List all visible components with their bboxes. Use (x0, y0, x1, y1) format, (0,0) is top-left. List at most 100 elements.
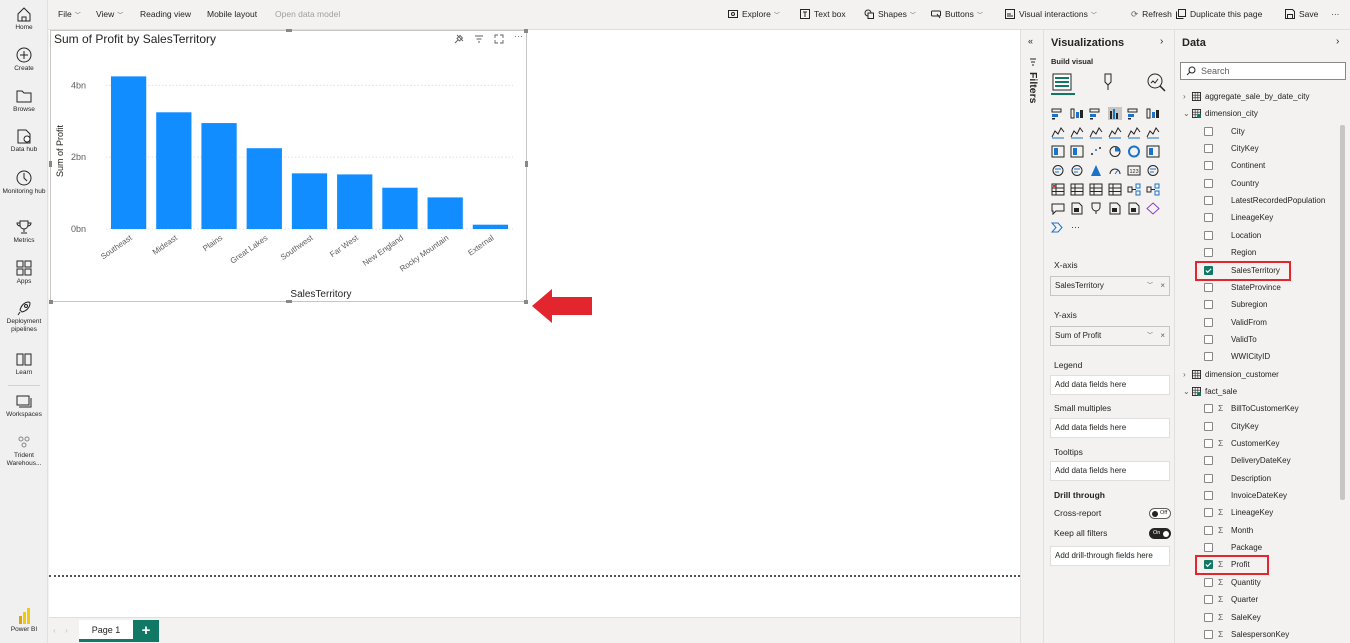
expand-right-icon[interactable]: › (1336, 36, 1339, 47)
field-checkbox[interactable] (1204, 352, 1213, 362)
funnel-icon[interactable] (1070, 145, 1084, 158)
line-column-icon[interactable] (1108, 126, 1122, 139)
table-fact-sale[interactable]: ⌄ fact_sale (1175, 383, 1345, 400)
visual-interactions-button[interactable]: Visual interactions ﹀ (1005, 9, 1097, 19)
nav-metrics[interactable]: Metrics (0, 219, 48, 245)
data-pane-scrollbar[interactable] (1340, 125, 1345, 500)
resize-handle-right[interactable] (525, 161, 528, 167)
x-axis-field[interactable]: SalesTerritory ﹀ × (1050, 276, 1170, 296)
field-checkbox[interactable] (1204, 126, 1213, 136)
nav-learn[interactable]: Learn (0, 351, 48, 377)
key-influencers-icon[interactable] (1146, 183, 1160, 196)
clustered-bar-icon[interactable] (1089, 107, 1103, 120)
bar-rocky-mountain[interactable] (427, 197, 463, 229)
field-checkbox[interactable] (1204, 334, 1213, 344)
field-checkbox[interactable] (1204, 629, 1213, 639)
field-citykey[interactable]: CityKey (1175, 140, 1345, 157)
100-column-icon[interactable] (1146, 107, 1160, 120)
line-clustered-column-icon[interactable] (1127, 126, 1141, 139)
field-lineagekey[interactable]: LineageKey (1175, 209, 1345, 226)
field-city[interactable]: City (1175, 123, 1345, 140)
field-country[interactable]: Country (1175, 175, 1345, 192)
nav-trident-warehous[interactable]: Trident Warehous... (0, 434, 48, 468)
field-package[interactable]: Package (1175, 539, 1345, 556)
gauge-icon[interactable] (1108, 164, 1122, 177)
bar-great-lakes[interactable] (246, 148, 282, 229)
chevron-down-icon[interactable]: ⌄ (1183, 383, 1190, 400)
chevron-right-icon[interactable]: › (1183, 88, 1186, 105)
field-checkbox[interactable] (1204, 248, 1213, 258)
field-month[interactable]: Σ Month (1175, 522, 1345, 539)
field-citykey[interactable]: CityKey (1175, 418, 1345, 435)
view-menu[interactable]: View ﹀ (96, 9, 123, 19)
100-bar-icon[interactable] (1127, 107, 1141, 120)
chevron-right-icon[interactable]: › (1183, 366, 1186, 383)
bar-external[interactable] (472, 224, 509, 229)
python-visual-icon[interactable] (1127, 202, 1141, 215)
format-visual-tab[interactable] (1097, 71, 1121, 95)
chevron-down-icon[interactable]: ⌄ (1183, 105, 1190, 122)
filled-map-icon[interactable] (1070, 164, 1084, 177)
nav-create[interactable]: Create (0, 47, 48, 73)
treemap-icon[interactable] (1146, 145, 1160, 158)
bar-southwest[interactable] (291, 173, 328, 229)
metrics-icon[interactable] (1089, 202, 1103, 215)
next-page-icon[interactable]: › (65, 626, 68, 635)
bar-mideast[interactable] (156, 112, 192, 229)
stacked-area-icon[interactable] (1089, 126, 1103, 139)
field-salekey[interactable]: Σ SaleKey (1175, 609, 1345, 626)
y-axis-field[interactable]: Sum of Profit ﹀ × (1050, 326, 1170, 346)
build-visual-tab[interactable] (1051, 71, 1075, 95)
bar-far-west[interactable] (337, 174, 373, 229)
powerapps-icon[interactable] (1146, 202, 1160, 215)
table-dimension-city[interactable]: ⌄ dimension_city (1175, 105, 1345, 122)
field-invoicedatekey[interactable]: InvoiceDateKey (1175, 487, 1345, 504)
duplicate-page-button[interactable]: Duplicate this page (1176, 9, 1262, 19)
refresh-button[interactable]: ⟳ Refresh (1131, 9, 1172, 20)
field-checkbox[interactable] (1204, 230, 1213, 240)
field-region[interactable]: Region (1175, 244, 1345, 261)
card-icon[interactable]: 123 (1127, 164, 1141, 177)
bar-southeast[interactable] (110, 76, 147, 229)
scatter-icon[interactable] (1089, 145, 1103, 158)
open-data-model-button[interactable]: Open data model (275, 9, 340, 19)
map-icon[interactable] (1051, 164, 1065, 177)
bar-new-england[interactable] (382, 187, 418, 229)
field-checkbox[interactable] (1204, 317, 1213, 327)
stacked-bar-icon[interactable] (1051, 107, 1065, 120)
field-deliverydatekey[interactable]: DeliveryDateKey (1175, 452, 1345, 469)
filters-pane-collapsed[interactable]: « Filters (1020, 30, 1044, 643)
field-latestrecordedpopulation[interactable]: LatestRecordedPopulation (1175, 192, 1345, 209)
nav-power-bi[interactable]: Power BI (0, 608, 48, 634)
area-icon[interactable] (1070, 126, 1084, 139)
chevron-down-icon[interactable]: ﹀ (1147, 277, 1153, 295)
field-customerkey[interactable]: Σ CustomerKey (1175, 435, 1345, 452)
table-dimension-customer[interactable]: › dimension_customer (1175, 366, 1345, 383)
bar-plains[interactable] (201, 123, 237, 229)
more-visuals-icon[interactable]: ··· (1070, 221, 1084, 234)
collapse-left-icon[interactable]: « (1028, 36, 1033, 46)
stacked-column-icon[interactable] (1070, 107, 1084, 120)
field-stateprovince[interactable]: StateProvince (1175, 279, 1345, 296)
nav-apps[interactable]: Apps (0, 260, 48, 286)
field-checkbox[interactable] (1204, 595, 1213, 605)
remove-field-icon[interactable]: × (1160, 277, 1165, 295)
decomposition-tree-icon[interactable] (1127, 183, 1141, 196)
remove-field-icon[interactable]: × (1160, 327, 1165, 345)
power-automate-icon[interactable] (1051, 221, 1065, 234)
nav-monitoring-hub[interactable]: Monitoring hub (0, 170, 48, 196)
field-checkbox[interactable] (1204, 144, 1213, 154)
bar-chart-visual[interactable]: Sum of Profit by SalesTerritory ··· 0bn 2… (49, 29, 528, 304)
shapes-button[interactable]: Shapes ﹀ (864, 9, 916, 19)
explore-button[interactable]: Explore ﹀ (728, 9, 780, 19)
nav-home[interactable]: Home (0, 6, 48, 32)
resize-handle-bottom-left[interactable] (49, 300, 53, 304)
field-location[interactable]: Location (1175, 227, 1345, 244)
field-checkbox[interactable] (1204, 543, 1213, 553)
cross-report-toggle[interactable]: Off (1149, 508, 1171, 519)
field-continent[interactable]: Continent (1175, 157, 1345, 174)
resize-handle-bottom-right[interactable] (524, 300, 528, 304)
nav-workspaces[interactable]: Workspaces (0, 393, 48, 419)
field-lineagekey[interactable]: Σ LineageKey (1175, 504, 1345, 521)
field-checkbox[interactable] (1204, 473, 1213, 483)
